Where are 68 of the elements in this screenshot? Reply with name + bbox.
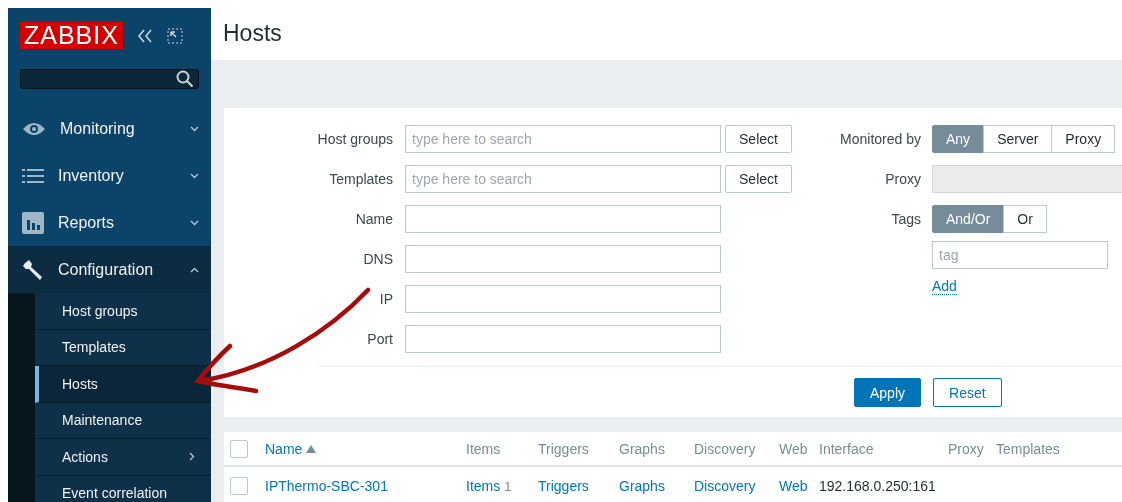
web-link[interactable]: Web (779, 477, 819, 494)
input-field[interactable] (405, 245, 721, 273)
field-label: Host groups (316, 131, 394, 147)
row-checkbox[interactable] (230, 476, 248, 495)
submenu-item[interactable]: Host groups (35, 293, 211, 330)
reset-button[interactable]: Reset (933, 378, 1002, 407)
search-icon (176, 70, 194, 88)
chevron-down-icon (190, 125, 199, 132)
kiosk-mode-icon[interactable] (166, 27, 183, 44)
sort-up-icon (306, 444, 317, 453)
column-header: Items (466, 440, 502, 457)
submenu-item[interactable]: Hosts (35, 366, 211, 403)
collapse-icon[interactable] (136, 28, 153, 43)
column-header: Web (779, 440, 809, 457)
input-field[interactable] (405, 285, 721, 313)
column-header: Templates (996, 440, 1061, 457)
submenu-item[interactable]: Templates (35, 329, 211, 366)
field-label: Tags (890, 210, 922, 229)
column-header: Interface (819, 440, 875, 457)
input-field[interactable]: type here to search (405, 165, 721, 193)
field-label: Port (366, 331, 394, 347)
list-icon (22, 168, 44, 183)
chevron-down-icon (190, 172, 199, 179)
submenu-item[interactable]: Actions (35, 439, 211, 476)
host-link[interactable]: IPThermo-SBC-301 (265, 477, 466, 494)
wrench-icon (22, 258, 44, 281)
chevron-right-icon (189, 452, 195, 462)
chevron-up-icon (190, 266, 199, 273)
field-label: IP (378, 291, 394, 307)
field-label: DNS (362, 251, 394, 267)
chevron-down-icon (190, 219, 199, 226)
add-link[interactable]: Add (932, 278, 957, 295)
table-cell-text: 192.168.0.250:161 (819, 477, 937, 494)
apply-button[interactable]: Apply (854, 378, 922, 407)
search-field[interactable] (20, 69, 199, 89)
column-header: Proxy (948, 440, 985, 457)
input-field[interactable]: type here to search (405, 125, 721, 153)
eye-icon (22, 120, 46, 137)
column-header: Discovery (694, 440, 757, 457)
segment-button[interactable]: Or (1003, 205, 1047, 233)
segment-button[interactable]: Server (983, 125, 1053, 153)
page-title: Hosts (223, 20, 283, 47)
field-label: Monitored by (839, 131, 922, 147)
tag-field[interactable]: tag (932, 241, 1108, 269)
bar-chart-icon (22, 211, 44, 234)
logo: ZABBIX (20, 22, 123, 49)
menu-item[interactable]: Monitoring (8, 105, 211, 152)
column-header: Triggers (538, 440, 590, 457)
triggers-link[interactable]: Triggers (538, 477, 619, 494)
input-field[interactable] (405, 325, 721, 353)
menu-item[interactable]: Configuration (8, 246, 211, 293)
menu-item[interactable]: Reports (8, 199, 211, 246)
select-button[interactable]: Select (725, 165, 792, 193)
items-link[interactable]: Items 1 (466, 477, 538, 494)
column-header[interactable]: Name (265, 440, 466, 457)
select-button[interactable]: Select (725, 125, 792, 153)
select-all-checkbox[interactable] (230, 439, 248, 458)
submenu-item[interactable]: Maintenance (35, 402, 211, 439)
discovery-link[interactable]: Discovery (694, 477, 779, 494)
field-label: Proxy (884, 171, 922, 187)
field-label: Templates (328, 171, 394, 187)
column-header: Graphs (619, 440, 666, 457)
segment-button[interactable]: Proxy (1051, 125, 1116, 153)
field-label: Name (354, 211, 394, 227)
menu-item[interactable]: Inventory (8, 152, 211, 199)
submenu-item[interactable]: Event correlation (35, 475, 211, 502)
input-field[interactable] (405, 205, 721, 233)
graphs-link[interactable]: Graphs (619, 477, 694, 494)
